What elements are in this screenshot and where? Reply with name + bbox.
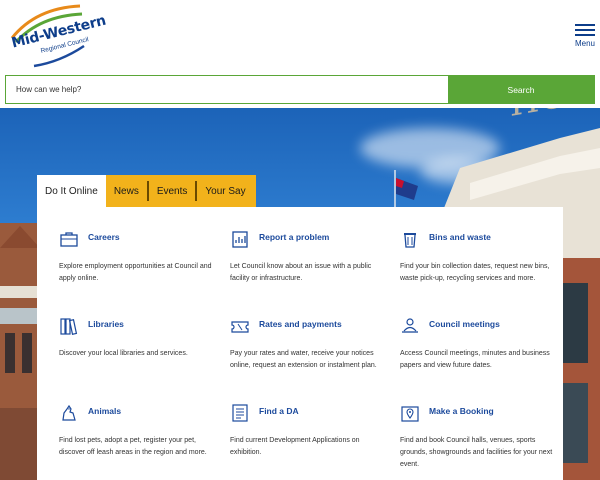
card-description: Find your bin collection dates, request … [400, 263, 550, 282]
menu-label: Menu [574, 39, 595, 48]
bin-icon [404, 233, 416, 248]
card-title[interactable]: Bins and waste [429, 232, 491, 242]
card-description: Pay your rates and water, receive your n… [230, 350, 377, 369]
card-title[interactable]: Report a problem [259, 232, 329, 242]
card-description: Let Council know about an issue with a p… [230, 263, 372, 282]
tab-do-it-online[interactable]: Do It Online [37, 175, 106, 207]
card-description: Discover your local libraries and servic… [59, 350, 188, 357]
card-title[interactable]: Libraries [88, 319, 124, 329]
card-title[interactable]: Make a Booking [429, 406, 494, 416]
card-description: Find and book Council halls, venues, spo… [400, 437, 553, 468]
briefcase-icon [60, 232, 78, 247]
report-clipboard-icon [232, 231, 248, 248]
tab-news[interactable]: News [105, 175, 147, 207]
card-title[interactable]: Careers [88, 232, 120, 242]
card-description: Explore employment opportunities at Coun… [59, 263, 212, 282]
meeting-person-icon [402, 318, 418, 333]
card-description: Find current Development Applications on… [230, 437, 360, 456]
tab-events[interactable]: Events [148, 175, 196, 207]
council-logo[interactable]: Mid-Western Regional Council [6, 4, 107, 68]
card-title[interactable]: Animals [88, 406, 121, 416]
card-description: Find lost pets, adopt a pet, register yo… [59, 437, 207, 456]
map-pin-icon [401, 406, 419, 422]
card-title[interactable]: Rates and payments [259, 319, 342, 329]
card-title[interactable]: Council meetings [429, 319, 500, 329]
site-header: Mid-Western Regional Council Menu [0, 0, 600, 75]
dog-icon [62, 404, 76, 421]
tab-bar: Do It Online News Events Your Say [37, 175, 256, 207]
document-list-icon [232, 404, 248, 422]
hamburger-icon [575, 24, 595, 26]
svg-text:HO: HO [510, 108, 568, 125]
card-title[interactable]: Find a DA [259, 406, 299, 416]
search-button[interactable]: Search [448, 76, 594, 103]
do-it-online-panel: Careers Explore employment opportunities… [37, 207, 563, 480]
ticket-icon [231, 321, 249, 333]
search-bar: Search [5, 75, 595, 104]
tab-your-say[interactable]: Your Say [197, 175, 254, 207]
search-input[interactable] [6, 76, 448, 103]
books-icon [60, 318, 78, 335]
tab-group-secondary: News Events Your Say [105, 175, 256, 207]
card-description: Access Council meetings, minutes and bus… [400, 350, 550, 369]
menu-button[interactable]: Menu [574, 24, 596, 48]
